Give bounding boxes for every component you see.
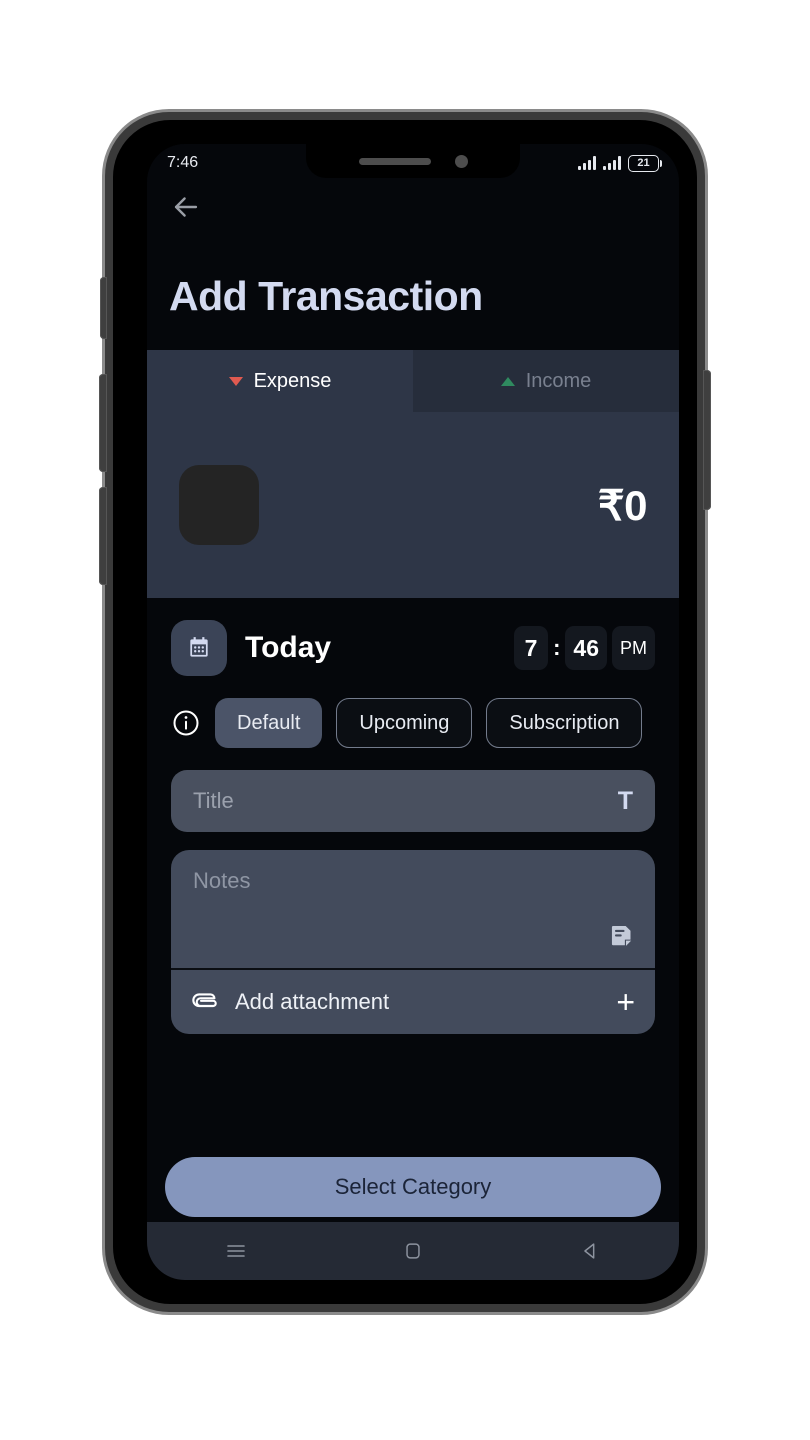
phone-device-frame: 7:46 21 Add Transaction Expense Income ₹…: [99, 112, 711, 1312]
transaction-type-tabs: Expense Income: [147, 350, 679, 412]
phone-screen: 7:46 21 Add Transaction Expense Income ₹…: [147, 144, 679, 1280]
select-category-button[interactable]: Select Category: [165, 1157, 661, 1217]
display-notch: [306, 144, 520, 178]
status-bar-clock: 7:46: [167, 154, 199, 171]
android-nav-bar: [147, 1222, 679, 1280]
home-square-icon[interactable]: [383, 1231, 443, 1271]
form-fields: Title T Notes Add attachment +: [147, 770, 679, 1034]
date-time-row: Today 7 : 46 PM: [147, 598, 679, 676]
triangle-up-icon: [500, 376, 515, 386]
tab-income[interactable]: Income: [413, 350, 679, 412]
triangle-down-icon: [228, 376, 243, 386]
power-button[interactable]: [703, 370, 711, 510]
back-arrow-icon[interactable]: [169, 190, 203, 224]
front-camera-icon: [454, 154, 468, 168]
time-hour-chip[interactable]: 7: [514, 626, 549, 670]
battery-level-text: 21: [637, 157, 650, 169]
back-triangle-icon[interactable]: [560, 1231, 620, 1271]
paperclip-icon: [191, 986, 219, 1019]
chip-upcoming[interactable]: Upcoming: [336, 698, 473, 748]
earpiece-speaker-icon: [358, 157, 431, 165]
notes-placeholder: Notes: [193, 868, 251, 893]
title-input[interactable]: Title T: [171, 770, 655, 832]
tab-expense[interactable]: Expense: [147, 350, 413, 412]
transaction-type-chips: Default Upcoming Subscription: [147, 676, 679, 748]
note-icon: [608, 922, 635, 954]
chip-subscription[interactable]: Subscription: [486, 698, 643, 748]
signal-bars-secondary-icon: [603, 156, 621, 170]
time-minute-chip[interactable]: 46: [565, 626, 607, 670]
tab-expense-label: Expense: [253, 369, 332, 392]
date-label[interactable]: Today: [245, 631, 331, 665]
add-attachment-row[interactable]: Add attachment +: [171, 970, 655, 1034]
time-picker: 7 : 46 PM: [514, 626, 655, 670]
status-bar-indicators: 21: [578, 154, 662, 172]
amount-panel: ₹0: [147, 412, 679, 598]
info-icon[interactable]: [171, 708, 201, 738]
notes-card: Notes Add attachment +: [171, 850, 655, 1034]
silent-switch-button[interactable]: [100, 277, 107, 339]
time-separator: :: [553, 635, 561, 660]
amount-thumbnail[interactable]: [179, 465, 259, 545]
volume-down-button[interactable]: [99, 487, 107, 585]
device-bezel: 7:46 21 Add Transaction Expense Income ₹…: [113, 120, 697, 1304]
add-attachment-label: Add attachment: [235, 989, 390, 1014]
plus-icon[interactable]: +: [616, 986, 635, 1018]
page-title: Add Transaction: [169, 273, 483, 319]
text-format-icon: T: [617, 786, 633, 815]
time-meridiem-chip[interactable]: PM: [612, 626, 655, 670]
notes-input[interactable]: Notes: [171, 850, 655, 970]
menu-icon[interactable]: [206, 1231, 266, 1271]
chip-default[interactable]: Default: [215, 698, 323, 748]
calendar-icon[interactable]: [171, 620, 227, 676]
amount-value[interactable]: ₹0: [598, 481, 648, 530]
tab-income-label: Income: [525, 369, 592, 392]
title-placeholder: Title: [193, 788, 234, 813]
battery-icon: 21: [628, 154, 662, 172]
volume-up-button[interactable]: [99, 374, 107, 472]
signal-bars-icon: [578, 156, 596, 170]
